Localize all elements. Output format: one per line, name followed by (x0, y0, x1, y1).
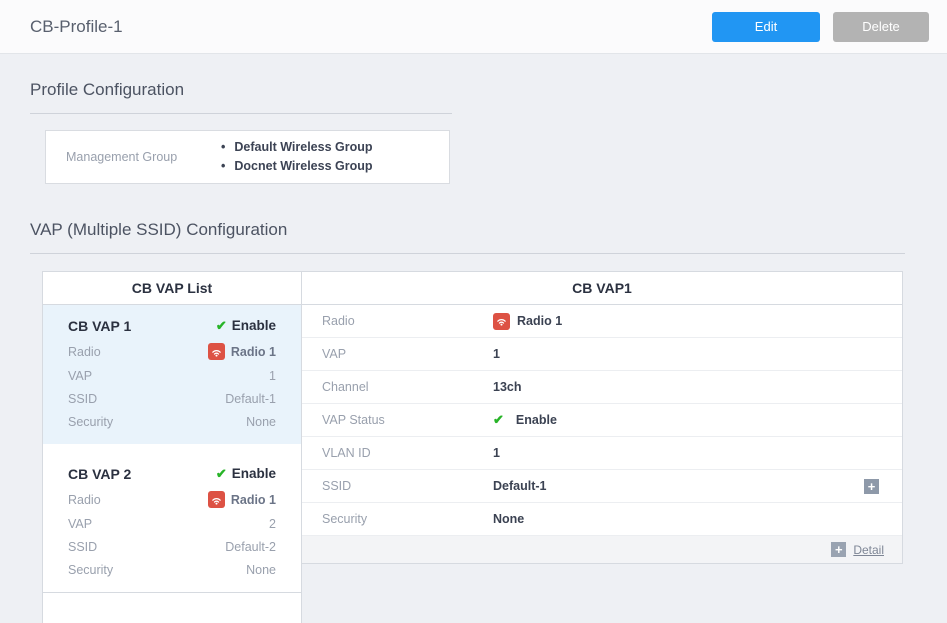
page-title: CB-Profile-1 (30, 17, 712, 37)
detail-row-vap: VAP 1 (302, 338, 902, 371)
check-icon: ✔ (216, 466, 227, 481)
field-label-ssid: SSID (68, 540, 97, 554)
vap-panels: CB VAP List CB VAP 1 ✔Enable Radio Rad (42, 271, 903, 623)
field-label-vap: VAP (68, 517, 92, 531)
vap-card-title: CB VAP 2 (68, 466, 131, 482)
field-value-security: None (246, 563, 276, 577)
field-label-radio: Radio (68, 345, 101, 359)
detail-row-vap-status: VAP Status ✔Enable (302, 404, 902, 437)
vap-config-heading: VAP (Multiple SSID) Configuration (30, 220, 947, 240)
vap-list-panel: CB VAP List CB VAP 1 ✔Enable Radio Rad (42, 271, 302, 623)
section-divider (30, 253, 905, 254)
detail-row-security: Security None (302, 503, 902, 536)
delete-button[interactable]: Delete (833, 12, 929, 42)
management-group-item: Docnet Wireless Group (221, 157, 373, 176)
section-divider (30, 113, 452, 114)
field-label-vap: VAP (68, 369, 92, 383)
vap-list-item-2[interactable]: CB VAP 2 ✔Enable Radio Radio 1 VA (43, 453, 301, 593)
edit-button[interactable]: Edit (712, 12, 820, 42)
vap-list-header: CB VAP List (43, 272, 301, 305)
field-label-radio: Radio (68, 493, 101, 507)
management-group-label: Management Group (46, 150, 221, 164)
field-value-vap: 2 (269, 517, 276, 531)
wifi-icon (208, 343, 225, 360)
check-icon: ✔ (493, 412, 504, 428)
content-area: Profile Configuration Management Group D… (0, 54, 947, 623)
vap-card-title: CB VAP 1 (68, 318, 131, 334)
vap-status-badge: ✔Enable (216, 466, 276, 482)
detail-row-channel: Channel 13ch (302, 371, 902, 404)
wifi-icon (208, 491, 225, 508)
management-group-list: Default Wireless Group Docnet Wireless G… (221, 138, 373, 176)
field-label-security: Security (68, 563, 113, 577)
vap-detail-panel: CB VAP1 Radio Radio 1 VAP 1 Channel (302, 271, 903, 564)
vap-status-badge: ✔Enable (216, 318, 276, 334)
field-value-ssid: Default-2 (225, 540, 276, 554)
wifi-icon (493, 313, 510, 330)
profile-config-heading: Profile Configuration (30, 80, 947, 100)
field-value-ssid: Default-1 (225, 392, 276, 406)
detail-link[interactable]: Detail (853, 543, 884, 557)
detail-row-vlan-id: VLAN ID 1 (302, 437, 902, 470)
field-value-vap: 1 (269, 369, 276, 383)
field-value-radio: Radio 1 (208, 343, 276, 360)
field-label-ssid: SSID (68, 392, 97, 406)
field-label-security: Security (68, 415, 113, 429)
management-group-item: Default Wireless Group (221, 138, 373, 157)
vap-list-item-1[interactable]: CB VAP 1 ✔Enable Radio Radio 1 VA (43, 305, 301, 444)
detail-row-ssid: SSID Default-1 + (302, 470, 902, 503)
detail-row-radio: Radio Radio 1 (302, 305, 902, 338)
topbar: CB-Profile-1 Edit Delete (0, 0, 947, 54)
management-group-box: Management Group Default Wireless Group … (45, 130, 450, 184)
ssid-add-icon[interactable]: + (864, 479, 879, 494)
detail-plus-icon[interactable]: + (831, 542, 846, 557)
detail-footer: + Detail (302, 536, 902, 563)
check-icon: ✔ (216, 318, 227, 333)
vap-detail-header: CB VAP1 (302, 272, 902, 305)
field-value-security: None (246, 415, 276, 429)
field-value-radio: Radio 1 (208, 491, 276, 508)
